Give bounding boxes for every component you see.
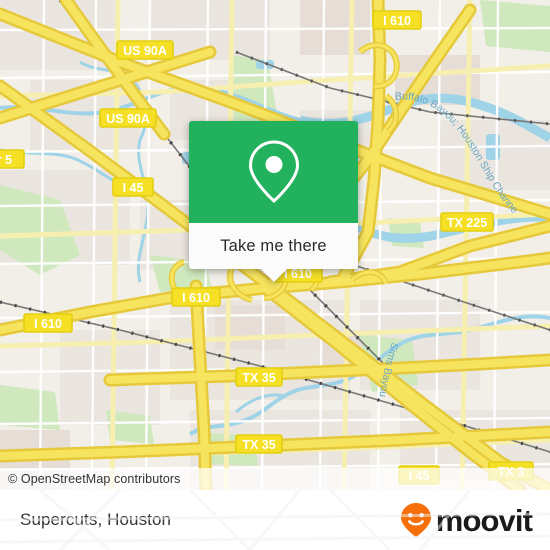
svg-text:US 90A: US 90A (123, 44, 167, 58)
svg-text:I 610: I 610 (182, 291, 210, 305)
footer-bar: Supercuts, Houston moovit (0, 490, 550, 550)
shield-tx-35-2[interactable]: TX 35 (235, 434, 283, 454)
svg-text:I 610: I 610 (284, 267, 312, 281)
svg-text:ar 5: ar 5 (0, 153, 12, 167)
moovit-logo[interactable]: moovit (399, 502, 533, 538)
shield-us-90a-1[interactable]: US 90A (116, 40, 174, 60)
popup-pointer (260, 269, 287, 282)
svg-text:TX 35: TX 35 (242, 438, 275, 452)
svg-text:I 610: I 610 (383, 14, 411, 28)
popup-action-panel[interactable]: Take me there (189, 223, 358, 282)
map-pin-icon (248, 140, 299, 204)
svg-text:I 45: I 45 (123, 181, 144, 195)
svg-text:US 90A: US 90A (106, 112, 150, 126)
shield-us-90a-2[interactable]: US 90A (99, 108, 157, 128)
shield-tx-35-1[interactable]: TX 35 (235, 367, 283, 387)
place-title: Supercuts, Houston (20, 510, 172, 529)
osm-attribution[interactable]: © OpenStreetMap contributors (0, 468, 550, 490)
svg-text:TX 35: TX 35 (242, 371, 275, 385)
shield-i-610-north[interactable]: I 610 (372, 10, 422, 30)
take-me-there-popup[interactable]: Take me there (189, 121, 358, 282)
shield-i-610-west[interactable]: I 610 (171, 287, 221, 307)
svg-text:TX 225: TX 225 (447, 216, 487, 230)
moovit-pin-smiley-icon (400, 503, 431, 537)
moovit-wordmark: moovit (435, 502, 533, 538)
svg-text:I 610: I 610 (34, 317, 62, 331)
map-screenshot-root: Buffalo Bayou; Houston Ship Channel Sims… (0, 0, 550, 550)
shield-i-45-1[interactable]: I 45 (112, 177, 154, 197)
shield-i-610-southwest[interactable]: I 610 (23, 313, 73, 333)
popup-icon-panel (189, 121, 358, 223)
shield-spur-5-truncated[interactable]: ar 5 (0, 149, 25, 169)
shield-tx-225[interactable]: TX 225 (440, 212, 494, 232)
take-me-there-label: Take me there (220, 236, 327, 255)
